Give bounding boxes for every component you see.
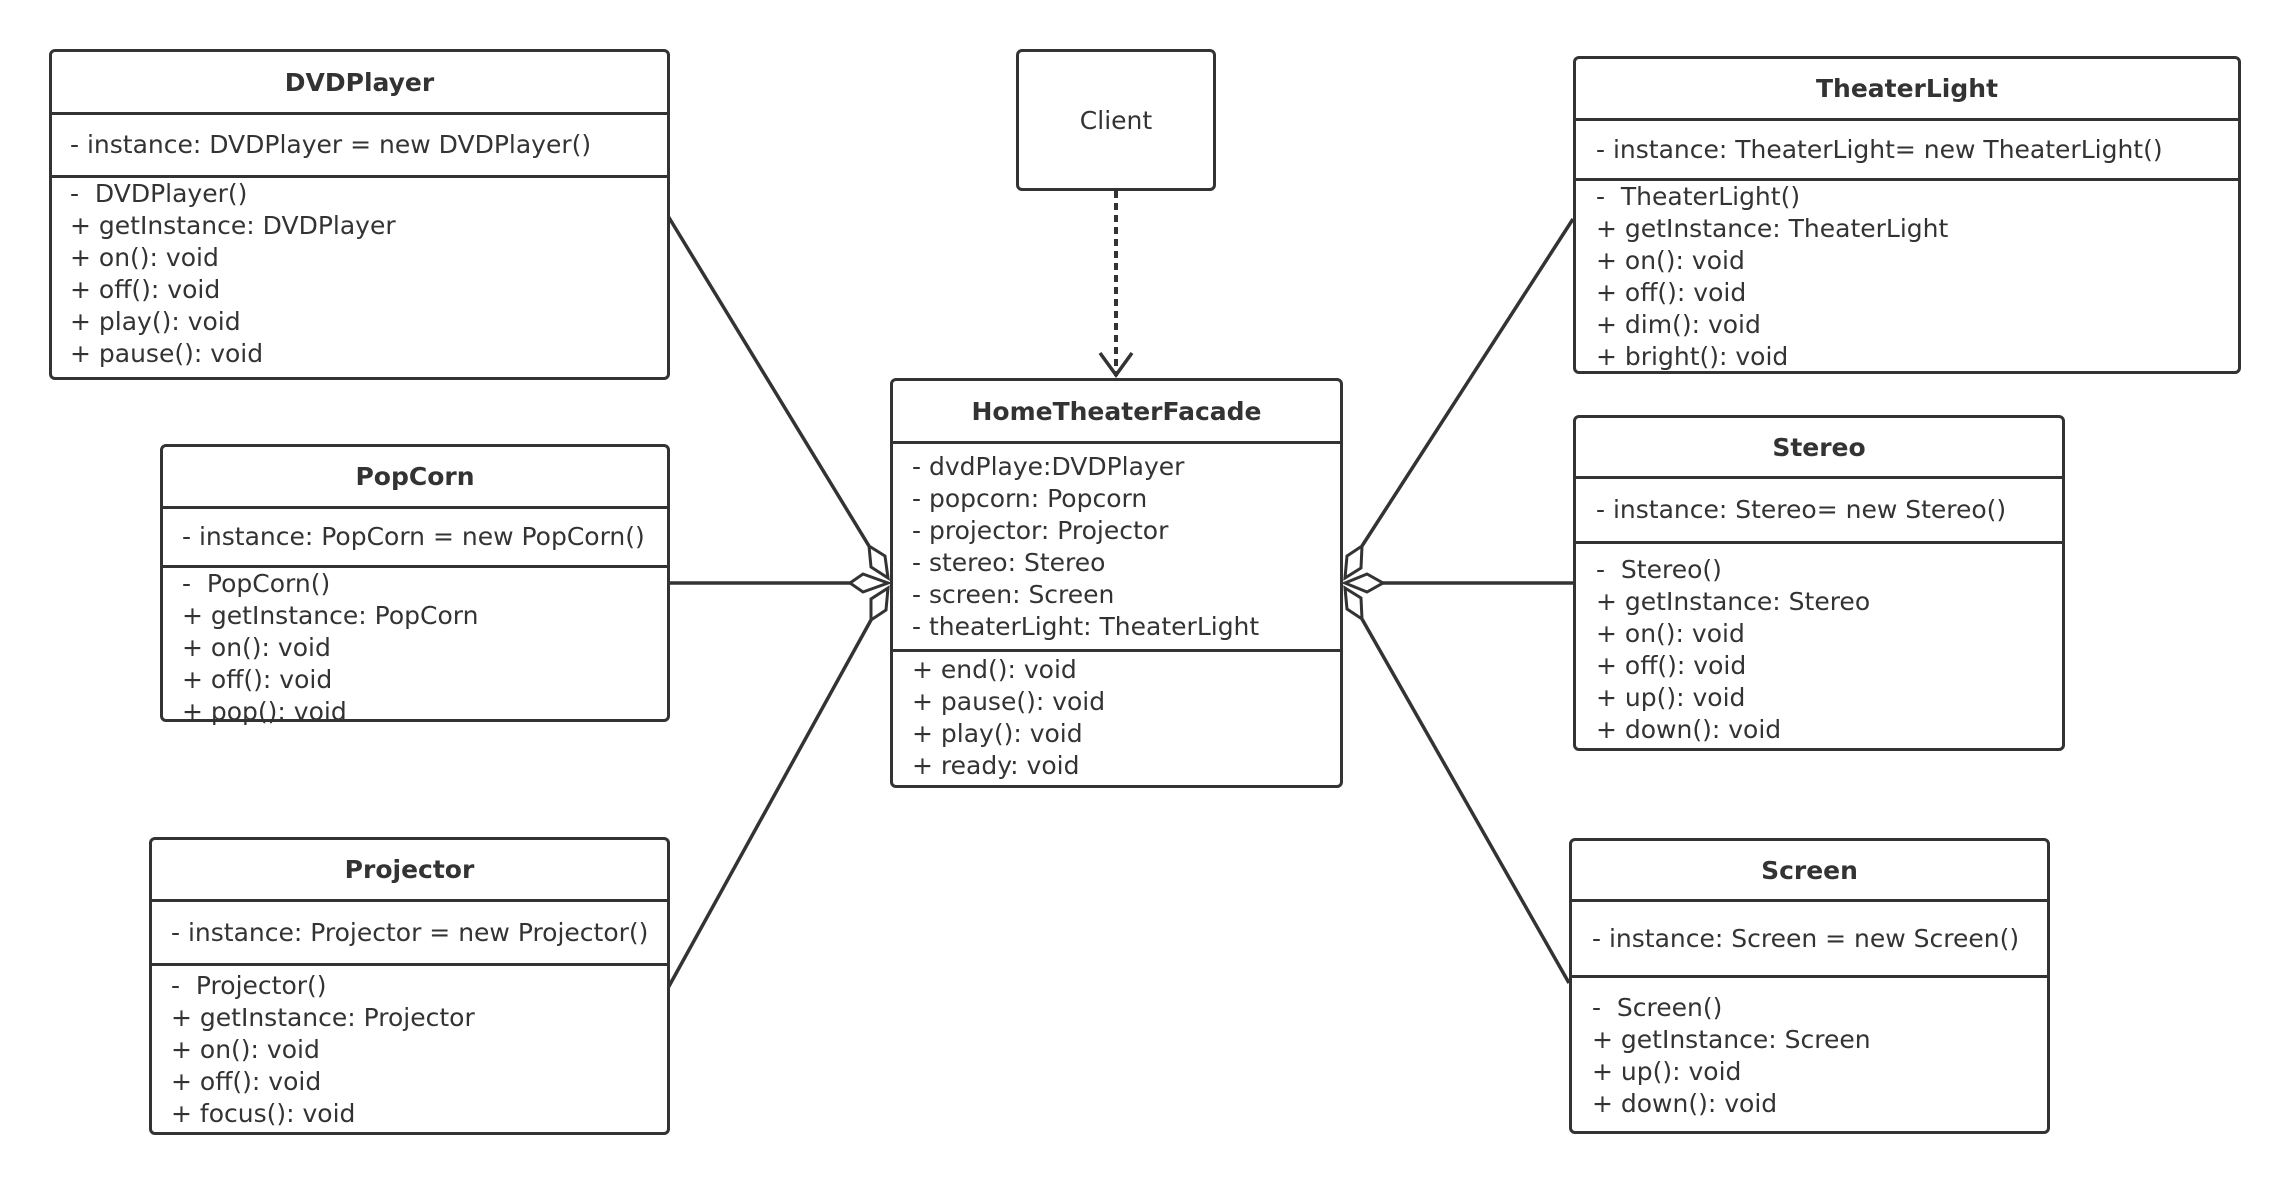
- class-name: Screen: [1572, 841, 2047, 902]
- operation: + getInstance: DVDPlayer: [70, 211, 396, 240]
- attribute: - popcorn: Popcorn: [912, 483, 1148, 513]
- operation: + focus(): void: [171, 1099, 356, 1128]
- operation: + down(): void: [1592, 1089, 1778, 1118]
- operation: + play(): void: [70, 307, 241, 336]
- class-name: DVDPlayer: [52, 52, 667, 115]
- operations-section: + end(): void + pause(): void + play(): …: [893, 652, 1340, 785]
- operation: + pause(): void: [912, 687, 1106, 716]
- attributes-section: - instance: Stereo= new Stereo(): [1576, 479, 2062, 544]
- class-name: Projector: [152, 840, 667, 902]
- attributes-section: - instance: Screen = new Screen(): [1572, 902, 2047, 978]
- operation: + on(): void: [1596, 619, 1745, 648]
- class-name: PopCorn: [163, 447, 667, 509]
- operation: + on(): void: [70, 243, 219, 272]
- class-dvdplayer[interactable]: DVDPlayer - instance: DVDPlayer = new DV…: [49, 49, 670, 380]
- attributes-section: - instance: PopCorn = new PopCorn(): [163, 509, 667, 568]
- operation: + ready: void: [912, 751, 1080, 780]
- aggregation-line-theaterlight: [1360, 218, 1575, 547]
- operations-section: - Projector() + getInstance: Projector +…: [152, 966, 667, 1132]
- operation: + off(): void: [1596, 278, 1747, 307]
- operation: + play(): void: [912, 719, 1083, 748]
- operations-section: - Screen() + getInstance: Screen + up():…: [1572, 978, 2047, 1131]
- attribute: - theaterLight: TheaterLight: [912, 611, 1260, 641]
- attribute: - instance: Projector = new Projector(): [171, 917, 649, 947]
- operation: + getInstance: Projector: [171, 1003, 475, 1032]
- operations-section: - TheaterLight() + getInstance: TheaterL…: [1576, 181, 2238, 371]
- attribute: - instance: DVDPlayer = new DVDPlayer(): [70, 130, 592, 159]
- operation: - TheaterLight(): [1596, 182, 1801, 211]
- operation: + getInstance: Stereo: [1596, 587, 1871, 616]
- aggregation-diamond-icon: [1343, 585, 1364, 622]
- operation: + getInstance: TheaterLight: [1596, 214, 1949, 243]
- operation: - Projector(): [171, 971, 327, 1000]
- operation: + down(): void: [1596, 715, 1782, 744]
- operation: - DVDPlayer(): [70, 179, 248, 208]
- attribute: - instance: TheaterLight= new TheaterLig…: [1596, 134, 2163, 164]
- operation: + off(): void: [1596, 651, 1747, 680]
- attribute: - dvdPlaye:DVDPlayer: [912, 451, 1185, 481]
- class-stereo[interactable]: Stereo - instance: Stereo= new Stereo() …: [1573, 415, 2065, 751]
- aggregation-diamond-icon: [847, 572, 893, 594]
- class-name: HomeTheaterFacade: [893, 381, 1340, 444]
- operation: + end(): void: [912, 655, 1077, 684]
- aggregation-diamond-icon: [867, 543, 890, 582]
- aggregation-diamond-icon: [1343, 543, 1364, 581]
- class-theaterlight[interactable]: TheaterLight - instance: TheaterLight= n…: [1573, 56, 2241, 374]
- operation: + on(): void: [1596, 246, 1745, 275]
- operations-section: - DVDPlayer() + getInstance: DVDPlayer +…: [52, 178, 667, 377]
- operation: - PopCorn(): [182, 569, 331, 598]
- class-name: TheaterLight: [1576, 59, 2238, 121]
- client-box[interactable]: Client: [1016, 49, 1216, 191]
- client-label: Client: [1079, 105, 1153, 135]
- operation: + pop(): void: [182, 697, 347, 726]
- operation: + getInstance: PopCorn: [182, 601, 479, 630]
- operation: - Stereo(): [1596, 555, 1722, 584]
- operation: - Screen(): [1592, 993, 1723, 1022]
- aggregation-line-dvdplayer: [666, 215, 871, 547]
- operation: + on(): void: [182, 633, 331, 662]
- operation: + off(): void: [171, 1067, 322, 1096]
- attribute: - instance: Stereo= new Stereo(): [1596, 495, 2007, 524]
- operation: + pause(): void: [70, 339, 264, 368]
- operation: + off(): void: [70, 275, 221, 304]
- attribute: - stereo: Stereo: [912, 547, 1106, 577]
- operation: + on(): void: [171, 1035, 320, 1064]
- aggregation-line-screen: [1360, 618, 1571, 984]
- class-name: Stereo: [1576, 418, 2062, 479]
- attribute: - screen: Screen: [912, 579, 1115, 609]
- attributes-section: - dvdPlaye:DVDPlayer - popcorn: Popcorn …: [893, 444, 1340, 652]
- operation: + bright(): void: [1596, 342, 1789, 371]
- attribute: - instance: Screen = new Screen(): [1592, 923, 2020, 953]
- operation: + off(): void: [182, 665, 333, 694]
- attribute: - projector: Projector: [912, 515, 1169, 545]
- operation: + getInstance: Screen: [1592, 1025, 1871, 1054]
- class-projector[interactable]: Projector - instance: Projector = new Pr…: [149, 837, 670, 1135]
- aggregation-diamond-icon: [869, 585, 890, 623]
- aggregation-line-projector: [666, 619, 873, 989]
- operation: + up(): void: [1596, 683, 1746, 712]
- operation: + dim(): void: [1596, 310, 1761, 339]
- class-screen[interactable]: Screen - instance: Screen = new Screen()…: [1569, 838, 2050, 1134]
- operations-section: - PopCorn() + getInstance: PopCorn + on(…: [163, 568, 667, 726]
- class-popcorn[interactable]: PopCorn - instance: PopCorn = new PopCor…: [160, 444, 670, 726]
- attribute: - instance: PopCorn = new PopCorn(): [182, 522, 645, 551]
- attributes-section: - instance: Projector = new Projector(): [152, 902, 667, 966]
- operation: + up(): void: [1592, 1057, 1742, 1086]
- operations-section: - Stereo() + getInstance: Stereo + on():…: [1576, 544, 2062, 748]
- attributes-section: - instance: DVDPlayer = new DVDPlayer(): [52, 115, 667, 178]
- aggregation-diamond-icon: [1341, 572, 1387, 594]
- class-home-theater-facade[interactable]: HomeTheaterFacade - dvdPlaye:DVDPlayer -…: [890, 378, 1343, 788]
- attributes-section: - instance: TheaterLight= new TheaterLig…: [1576, 121, 2238, 181]
